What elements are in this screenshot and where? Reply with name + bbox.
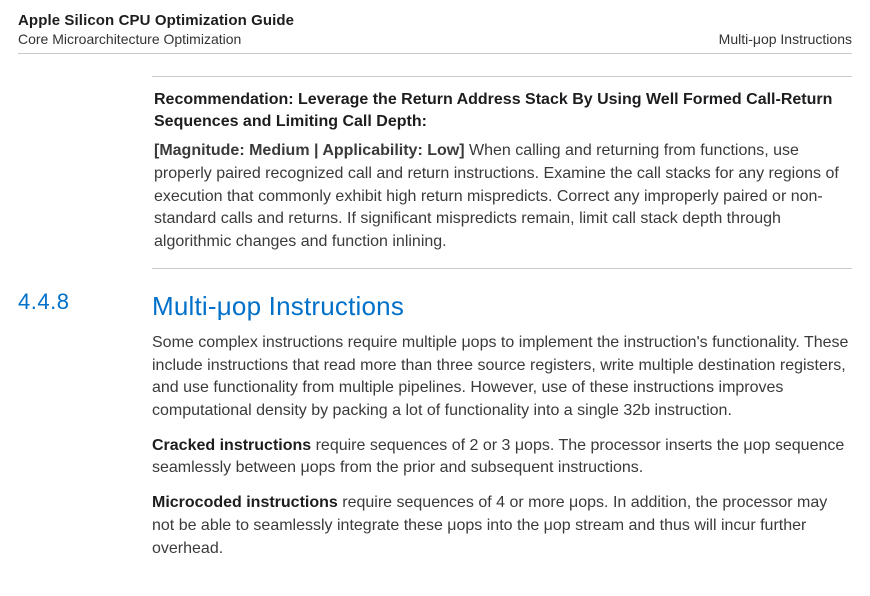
doc-title: Apple Silicon CPU Optimization Guide [18, 12, 852, 31]
cracked-term: Cracked instructions [152, 437, 311, 454]
section-intro: Some complex instructions require multip… [152, 332, 852, 423]
header-row: Core Microarchitecture Optimization Mult… [18, 31, 852, 54]
gutter-empty [18, 76, 134, 78]
cracked-paragraph: Cracked instructions require sequences o… [152, 435, 852, 480]
callout-heading: Recommendation: Leverage the Return Addr… [154, 89, 850, 132]
gutter-number: 4.4.8 [18, 287, 134, 315]
callout-body: [Magnitude: Medium | Applicability: Low]… [154, 140, 850, 254]
breadcrumb-right: Multi-μop Instructions [719, 31, 852, 47]
callout-row: Recommendation: Leverage the Return Addr… [18, 76, 852, 287]
callout-main: Recommendation: Leverage the Return Addr… [152, 76, 852, 287]
section-row: 4.4.8 Multi-μop Instructions Some comple… [18, 287, 852, 572]
breadcrumb-left: Core Microarchitecture Optimization [18, 31, 241, 47]
microcoded-paragraph: Microcoded instructions require sequence… [152, 492, 852, 560]
section-number: 4.4.8 [18, 289, 69, 314]
recommendation-callout: Recommendation: Leverage the Return Addr… [152, 76, 852, 269]
callout-tag: [Magnitude: Medium | Applicability: Low] [154, 142, 465, 159]
section-title: Multi-μop Instructions [152, 291, 852, 322]
section-main: Multi-μop Instructions Some complex inst… [152, 287, 852, 572]
microcoded-term: Microcoded instructions [152, 494, 338, 511]
callout-label: Recommendation: [154, 91, 298, 108]
page: Apple Silicon CPU Optimization Guide Cor… [0, 0, 870, 596]
